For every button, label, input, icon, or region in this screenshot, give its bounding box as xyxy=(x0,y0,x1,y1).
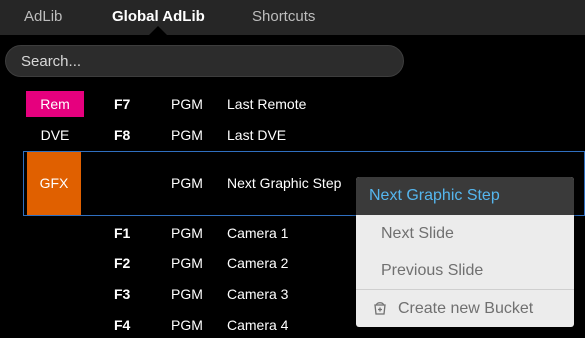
item-name: Camera 4 xyxy=(227,317,289,333)
hotkey-label: F1 xyxy=(114,225,131,241)
search-input[interactable] xyxy=(5,45,404,77)
source-tag: Rem xyxy=(26,91,84,117)
context-menu-title: Next Graphic Step xyxy=(356,177,574,215)
menu-item-create-bucket[interactable]: Create new Bucket xyxy=(356,290,574,327)
adlib-row[interactable]: Rem F7 PGM Last Remote xyxy=(0,91,585,122)
output-label: PGM xyxy=(171,96,203,112)
hotkey-label: F7 xyxy=(114,96,131,112)
output-label: PGM xyxy=(171,317,203,333)
item-name: Last Remote xyxy=(227,96,307,112)
adlib-row[interactable]: DVE F8 PGM Last DVE xyxy=(0,122,585,153)
bucket-plus-icon xyxy=(374,302,386,315)
hotkey-label: F4 xyxy=(114,317,131,333)
tab-bar: AdLib Global AdLib Shortcuts xyxy=(0,0,585,35)
tab-shortcuts[interactable]: Shortcuts xyxy=(252,0,315,35)
output-label: PGM xyxy=(171,255,203,271)
output-label: PGM xyxy=(171,225,203,241)
item-name: Camera 1 xyxy=(227,225,289,241)
item-name: Camera 2 xyxy=(227,255,289,271)
context-menu: Next Graphic Step Next Slide Previous Sl… xyxy=(356,177,574,327)
hotkey-label: F2 xyxy=(114,255,131,271)
item-name: Next Graphic Step xyxy=(227,175,342,191)
source-tag: DVE xyxy=(40,127,70,143)
source-tag: GFX xyxy=(27,152,81,215)
menu-item-next-slide[interactable]: Next Slide xyxy=(356,215,574,252)
hotkey-label: F8 xyxy=(114,127,131,143)
output-label: PGM xyxy=(171,175,203,191)
active-tab-indicator xyxy=(149,26,167,35)
item-name: Last DVE xyxy=(227,127,287,143)
tab-adlib[interactable]: AdLib xyxy=(24,0,62,35)
menu-item-label: Create new Bucket xyxy=(398,300,534,317)
item-name: Camera 3 xyxy=(227,286,289,302)
hotkey-label: F3 xyxy=(114,286,131,302)
output-label: PGM xyxy=(171,127,203,143)
menu-item-previous-slide[interactable]: Previous Slide xyxy=(356,252,574,289)
output-label: PGM xyxy=(171,286,203,302)
